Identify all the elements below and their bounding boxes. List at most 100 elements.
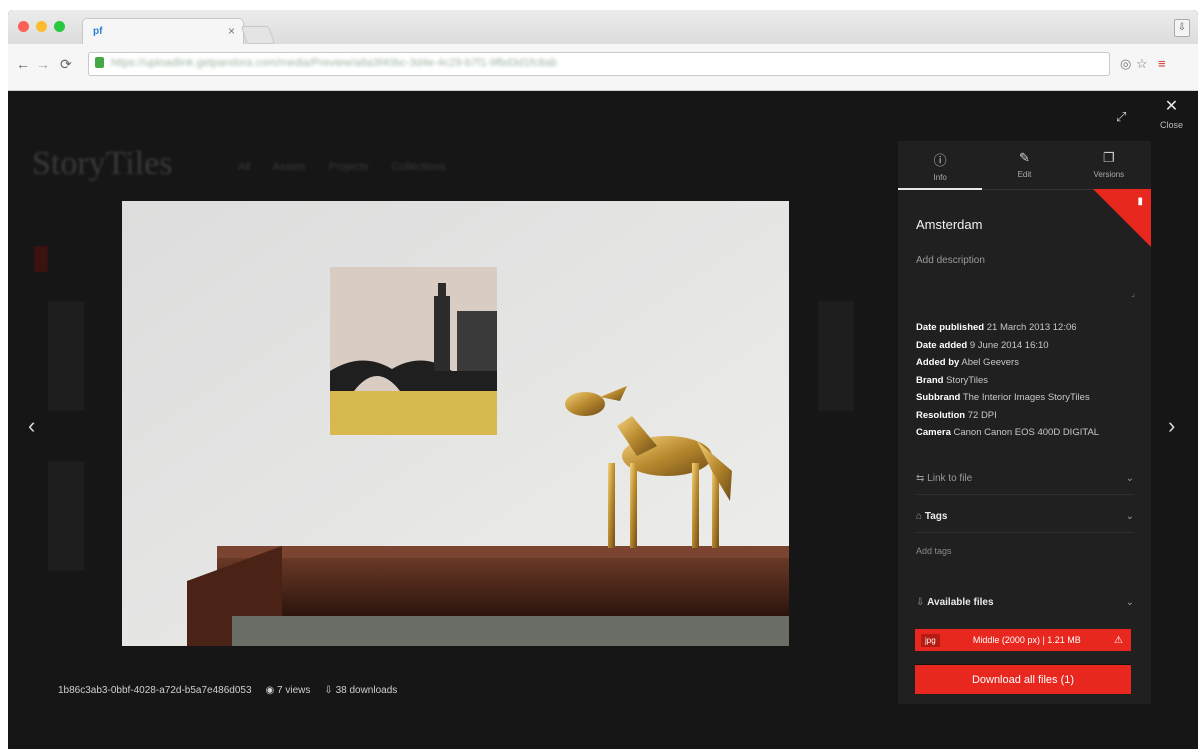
chevron-icon: ⌄: [1125, 473, 1134, 484]
detail-row: Date published 21 March 2013 12:06: [916, 319, 1141, 337]
download-count-icon: ⇩: [324, 685, 336, 696]
tab-info[interactable]: ⓘ Info: [898, 141, 983, 190]
detail-value: 9 June 2014 16:10: [969, 339, 1049, 351]
menu-icon[interactable]: ≡: [1158, 56, 1166, 71]
file-download-button[interactable]: jpg Middle (2000 px) | 1.21 MB ⚠: [915, 629, 1131, 651]
extension-icon[interactable]: ◎: [1120, 56, 1131, 72]
forward-icon[interactable]: →: [36, 56, 50, 72]
window-controls: [18, 21, 65, 32]
image-meta-line: 1b86c3ab3-0bbf-4028-a72d-b5a7e486d053 ◉ …: [58, 685, 397, 696]
detail-label: Resolution: [916, 409, 966, 421]
resize-handle-icon[interactable]: ⌟: [1131, 289, 1135, 298]
new-tab-button[interactable]: [240, 26, 276, 44]
address-bar-row: ← → ⟳ https://uploadlink.getpandora.com/…: [8, 44, 1198, 91]
description-field[interactable]: Add description: [916, 255, 985, 266]
detail-label: Subbrand: [916, 392, 961, 403]
detail-row: Resolution 72 DPI: [916, 407, 1141, 425]
browser-window: pf × ⇩ ← → ⟳ https://uploadlink.getpando…: [8, 10, 1198, 749]
detail-value: 21 March 2013 12:06: [986, 322, 1077, 333]
background-thumbnail: [48, 461, 84, 571]
detail-value: Canon Canon EOS 400D DIGITAL: [953, 427, 1100, 438]
detail-label: Added by: [916, 357, 960, 368]
files-icon: ⇩: [916, 597, 928, 608]
file-label: Middle (2000 px) | 1.21 MB: [972, 635, 1081, 645]
edit-icon: ✎: [1019, 150, 1030, 165]
tab-versions[interactable]: ❐ Versions: [1067, 141, 1151, 189]
detail-row: Camera Canon Canon EOS 400D DIGITAL: [916, 424, 1141, 442]
bookmark-star-icon[interactable]: ☆: [1136, 56, 1148, 72]
info-icon: ⓘ: [933, 153, 947, 168]
maximize-window-button[interactable]: [54, 21, 65, 32]
url-field[interactable]: https://uploadlink.getpandora.com/media/…: [88, 52, 1110, 76]
tag-icon: ⌂: [916, 511, 925, 522]
downloads-text: 38 downloads: [335, 685, 398, 696]
tab-edit-label: Edit: [1017, 170, 1032, 179]
link-icon: ⇆: [916, 473, 928, 484]
url-text: https://uploadlink.getpandora.com/media/…: [111, 57, 557, 69]
detail-label: Camera: [916, 427, 951, 438]
warning-icon: ⚠: [1114, 634, 1123, 646]
favicon-icon: pf: [93, 26, 103, 37]
asset-title[interactable]: Amsterdam: [916, 217, 982, 232]
back-icon[interactable]: ←: [16, 56, 30, 72]
detail-label: Date published: [916, 322, 985, 333]
background-nav: All Assets Projects Collections: [238, 161, 446, 173]
page: StoryTiles All Assets Projects Collectio…: [8, 91, 1198, 749]
lock-icon: [95, 57, 104, 68]
brand-logo: StoryTiles: [32, 145, 173, 182]
download-icon[interactable]: ⇩: [1174, 19, 1190, 37]
detail-value: 72 DPI: [967, 409, 997, 421]
downloads-count: ⇩ 38 downloads: [324, 685, 397, 696]
close-window-button[interactable]: [18, 21, 29, 32]
photo-illustration: [122, 201, 789, 646]
chevron-icon: ⌄: [1125, 511, 1134, 522]
detail-row: Added by Abel Geevers: [916, 354, 1141, 372]
tab-info-label: Info: [933, 173, 947, 182]
detail-value: The Interior Images StoryTiles: [962, 392, 1090, 403]
tags-section[interactable]: ⌂ Tags ⌄: [916, 511, 1134, 533]
reload-icon[interactable]: ⟳: [60, 56, 72, 73]
views-text: 7 views: [277, 685, 311, 696]
download-all-button[interactable]: Download all files (1): [915, 664, 1131, 694]
detail-value: Abel Geevers: [961, 357, 1019, 368]
detail-value: StoryTiles: [946, 374, 988, 386]
next-arrow-icon[interactable]: ›: [1168, 413, 1175, 439]
detail-row: Date added 9 June 2014 16:10: [916, 337, 1141, 355]
details-list: Date published 21 March 2013 12:06 Date …: [916, 319, 1141, 442]
fullscreen-icon[interactable]: ⤢: [1116, 109, 1126, 125]
download-all-label: Download all files (1): [971, 673, 1075, 686]
file-type-badge: jpg: [921, 633, 940, 647]
available-files-label: Available files: [927, 597, 994, 608]
tab-versions-label: Versions: [1093, 170, 1125, 179]
tags-label: Tags: [924, 511, 948, 522]
versions-icon: ❐: [1102, 150, 1115, 165]
detail-label: Date added: [916, 339, 968, 351]
close-icon: ✕: [1164, 98, 1179, 115]
close-viewer-button[interactable]: ✕ Close: [1160, 99, 1183, 133]
background-badge: [34, 246, 48, 272]
link-label: Link to file: [927, 473, 973, 484]
close-label: Close: [1160, 120, 1184, 130]
link-to-file-section[interactable]: ⇆ Link to file ⌄: [916, 473, 1134, 495]
info-panel: ⓘ Info ✎ Edit ❐ Versions ▮ Amsterdam Add…: [898, 141, 1151, 704]
eye-icon: ◉: [265, 685, 278, 696]
views-count: ◉ 7 views: [266, 685, 311, 696]
chevron-icon: ⌄: [1125, 597, 1134, 608]
detail-label: Brand: [916, 374, 944, 386]
background-thumbnail: [48, 301, 84, 411]
tab-edit[interactable]: ✎ Edit: [982, 141, 1066, 189]
title-bar: pf × ⇩: [8, 10, 1198, 45]
tab-close-icon[interactable]: ×: [228, 24, 235, 38]
detail-row: Subbrand The Interior Images StoryTiles: [916, 389, 1141, 407]
bookmark-icon: ▮: [1137, 196, 1143, 207]
previous-arrow-icon[interactable]: ‹: [28, 413, 35, 439]
preview-image: [122, 201, 789, 646]
add-tags-input[interactable]: Add tags: [916, 546, 952, 556]
panel-tabs: ⓘ Info ✎ Edit ❐ Versions: [898, 141, 1151, 190]
available-files-section[interactable]: ⇩ Available files ⌄: [916, 597, 1134, 618]
file-id: 1b86c3ab3-0bbf-4028-a72d-b5a7e486d053: [58, 685, 252, 696]
browser-tab[interactable]: pf ×: [82, 18, 244, 45]
detail-row: Brand StoryTiles: [916, 372, 1141, 390]
background-thumbnail: [818, 301, 854, 411]
minimize-window-button[interactable]: [36, 21, 47, 32]
